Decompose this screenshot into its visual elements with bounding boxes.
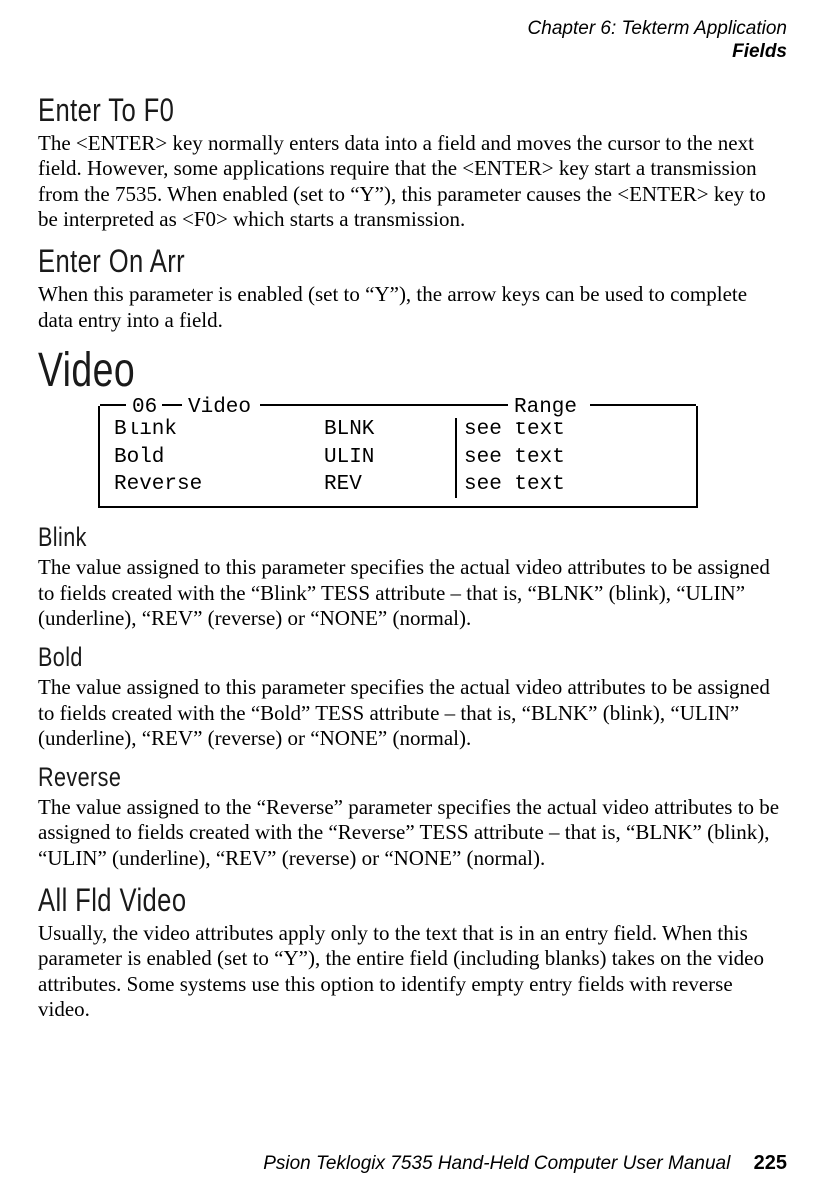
para-enter-on-arr: When this parameter is enabled (set to “… bbox=[38, 282, 787, 333]
cell-range: see text bbox=[464, 444, 682, 471]
para-all-fld-video: Usually, the video attributes apply only… bbox=[38, 921, 787, 1023]
cell-range: see text bbox=[464, 416, 682, 443]
cell-name: Reverse bbox=[114, 471, 324, 498]
cell-name: Blink bbox=[114, 416, 324, 443]
divider bbox=[455, 418, 457, 498]
para-bold: The value assigned to this parameter spe… bbox=[38, 675, 787, 752]
heading-reverse: Reverse bbox=[38, 762, 637, 793]
header-section: Fields bbox=[38, 41, 787, 64]
header-chapter: Chapter 6: Tekterm Application bbox=[38, 18, 787, 41]
cell-range: see text bbox=[464, 471, 682, 498]
heading-all-fld-video: All Fld Video bbox=[38, 882, 637, 919]
table-row: Reverse REV see text bbox=[114, 471, 682, 498]
cell-value: REV bbox=[324, 471, 464, 498]
para-reverse: The value assigned to the “Reverse” para… bbox=[38, 795, 787, 872]
heading-enter-to-f0: Enter To F0 bbox=[38, 92, 637, 129]
page-footer: Psion Teklogix 7535 Hand-Held Computer U… bbox=[48, 1152, 787, 1175]
heading-bold: Bold bbox=[38, 642, 637, 673]
table-row: Bold ULIN see text bbox=[114, 444, 682, 471]
page-number: 225 bbox=[754, 1152, 787, 1174]
footer-text: Psion Teklogix 7535 Hand-Held Computer U… bbox=[263, 1153, 730, 1174]
para-enter-to-f0: The <ENTER> key normally enters data int… bbox=[38, 131, 787, 233]
heading-video: Video bbox=[38, 343, 622, 398]
table-row: Blink BLNK see text bbox=[114, 416, 682, 443]
cell-value: ULIN bbox=[324, 444, 464, 471]
running-header: Chapter 6: Tekterm Application Fields bbox=[38, 18, 787, 64]
para-blink: The value assigned to this parameter spe… bbox=[38, 555, 787, 632]
video-settings-box: 06 Video Range Blink BLNK see text Bold … bbox=[98, 406, 698, 508]
heading-blink: Blink bbox=[38, 522, 637, 553]
heading-enter-on-arr: Enter On Arr bbox=[38, 243, 637, 280]
cell-value: BLNK bbox=[324, 416, 464, 443]
cell-name: Bold bbox=[114, 444, 324, 471]
